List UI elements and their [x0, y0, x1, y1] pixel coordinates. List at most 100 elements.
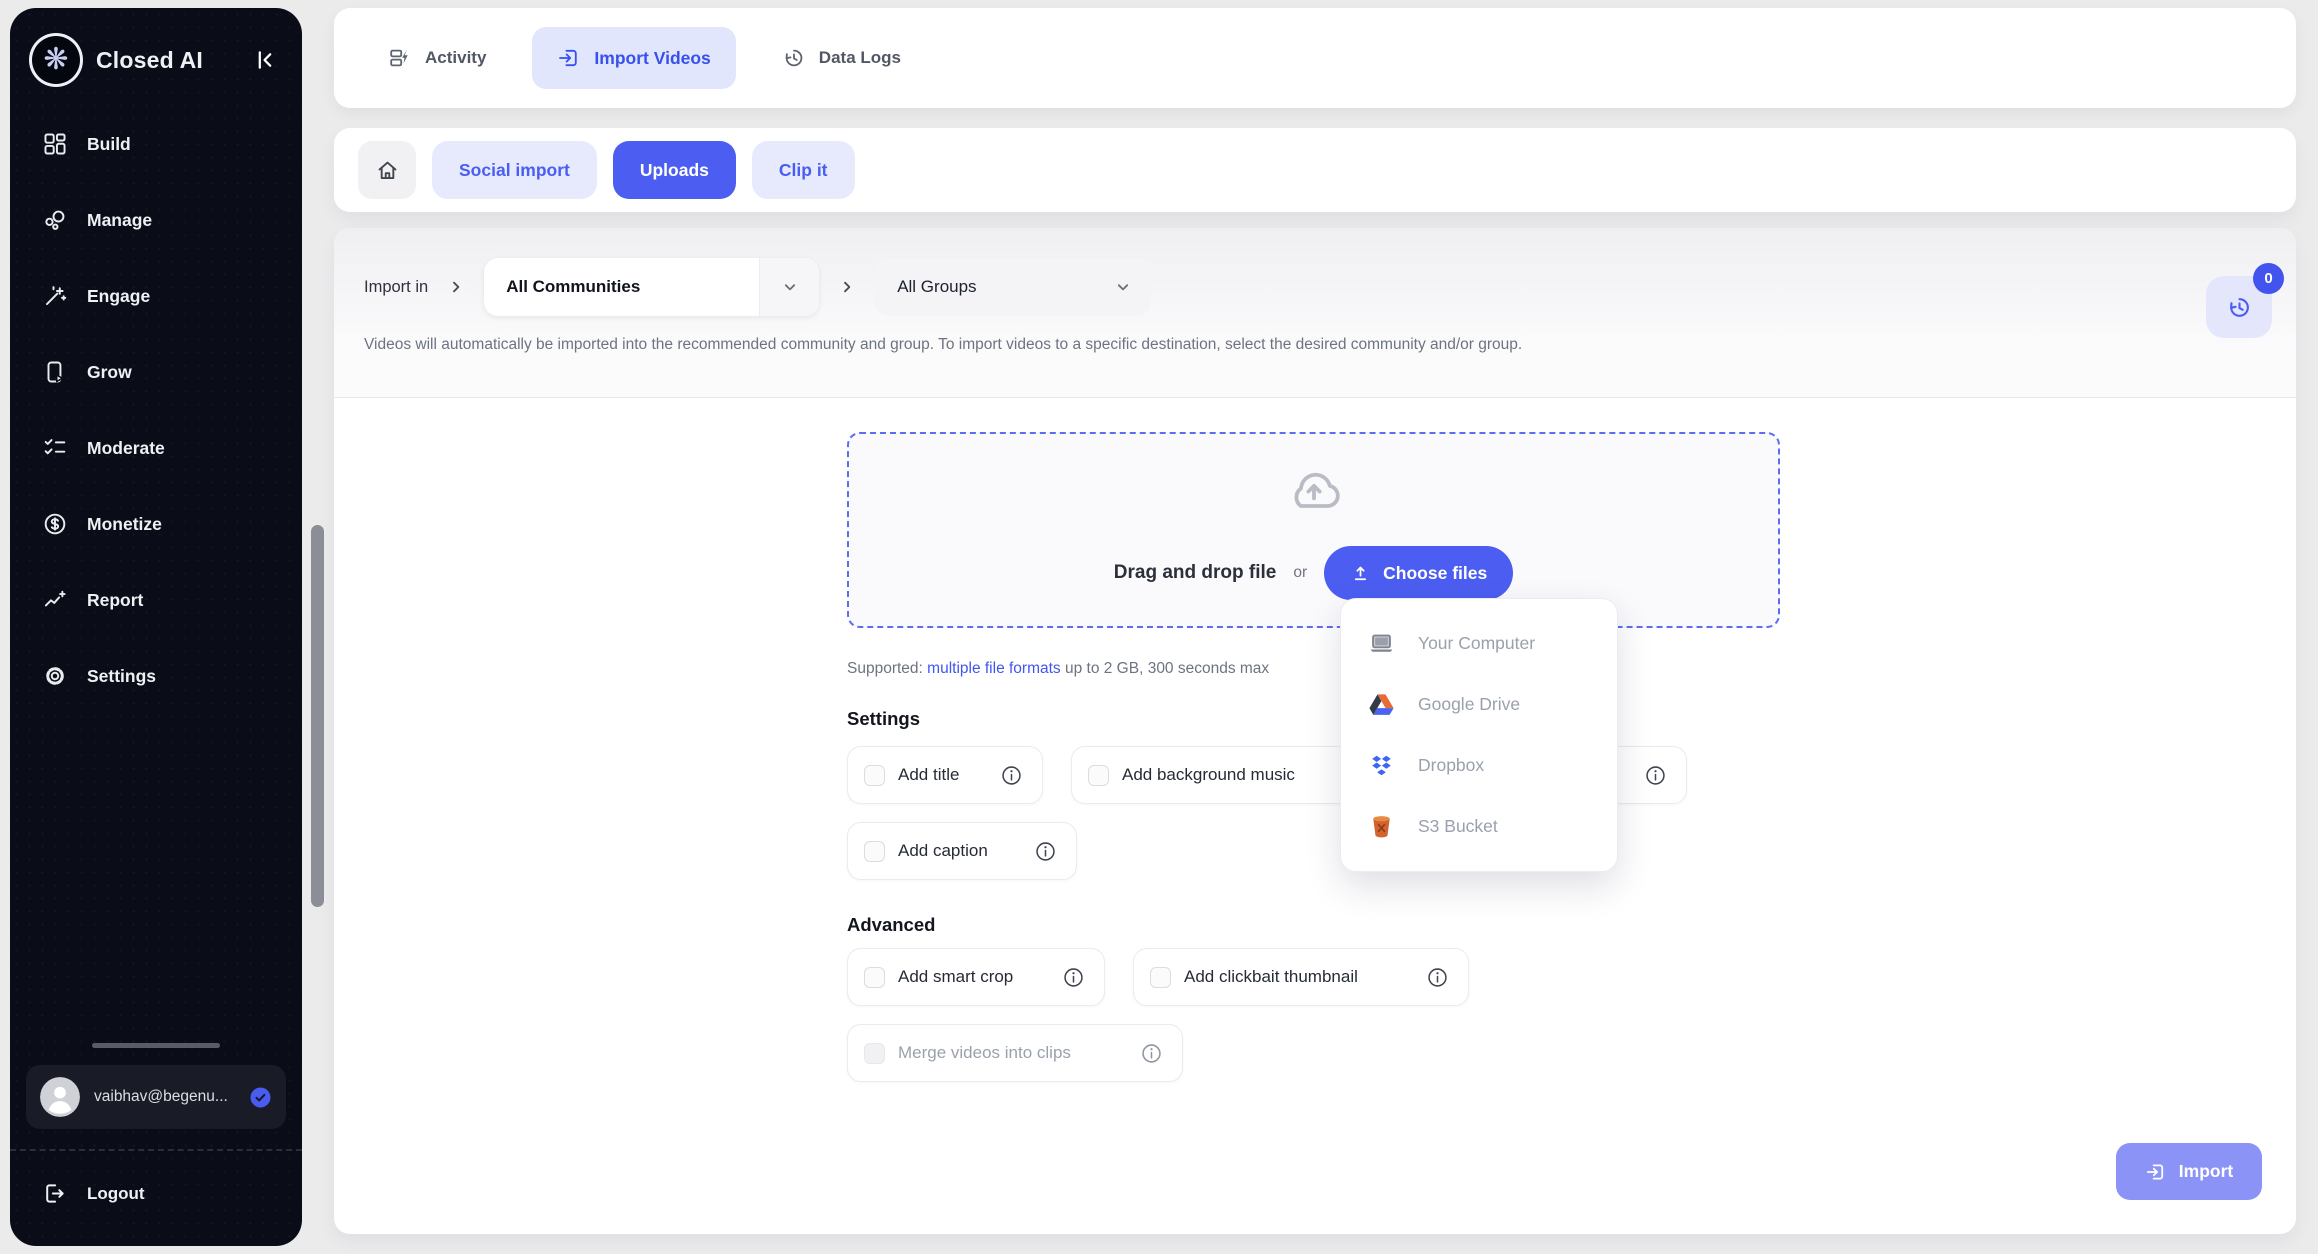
chevron-right-icon	[446, 277, 466, 297]
import-submit-label: Import	[2179, 1161, 2233, 1182]
sidebar-header: ❋ Closed AI	[10, 8, 302, 84]
option-add-title[interactable]: Add title	[847, 746, 1043, 804]
subtab-uploads[interactable]: Uploads	[613, 141, 736, 199]
import-in-label: Import in	[364, 278, 428, 297]
collapse-sidebar-icon[interactable]	[252, 47, 278, 73]
tab-data-logs[interactable]: Data Logs	[782, 46, 901, 70]
logout-button[interactable]: Logout	[10, 1151, 302, 1246]
tab-import-videos[interactable]: Import Videos	[532, 27, 735, 89]
supported-formats-link[interactable]: multiple file formats	[927, 660, 1061, 677]
sidebar-item-report[interactable]: Report	[24, 574, 288, 626]
checkbox[interactable]	[864, 967, 885, 988]
user-card[interactable]: vaibhav@begenu...	[26, 1065, 286, 1129]
home-icon	[375, 158, 400, 183]
subtab-label: Social import	[459, 160, 570, 181]
tab-activity[interactable]: Activity	[388, 46, 486, 70]
activity-feed-icon	[388, 46, 412, 70]
info-icon	[1000, 764, 1023, 787]
engage-wand-icon	[42, 283, 68, 309]
source-label: Your Computer	[1418, 633, 1535, 654]
user-email: vaibhav@begenu...	[94, 1088, 228, 1106]
checkbox	[864, 1043, 885, 1064]
checkbox[interactable]	[1088, 765, 1109, 786]
main-card: Import in All Communities All Gr	[334, 228, 2296, 1234]
checkbox[interactable]	[864, 765, 885, 786]
option-add-clickbait-thumbnail[interactable]: Add clickbait thumbnail	[1133, 948, 1469, 1006]
sidebar-nav: Build Manage Engage Grow Moderate Monetize Rep…	[10, 84, 302, 702]
build-grid-icon	[42, 131, 68, 157]
scrollbar-thumb[interactable]	[311, 525, 324, 907]
drag-drop-label: Drag and drop file	[1114, 562, 1277, 584]
source-dropbox[interactable]: Dropbox	[1341, 735, 1617, 796]
brand-name: Closed AI	[96, 47, 203, 74]
source-label: S3 Bucket	[1418, 816, 1498, 837]
sidebar-item-build[interactable]: Build	[24, 118, 288, 170]
history-clock-icon	[2226, 294, 2253, 321]
advanced-heading: Advanced	[847, 914, 935, 936]
sidebar-item-grow[interactable]: Grow	[24, 346, 288, 398]
subtab-social-import[interactable]: Social import	[432, 141, 597, 199]
sidebar-resize-handle[interactable]	[92, 1043, 220, 1048]
option-label: Add title	[898, 765, 959, 785]
sidebar-item-label: Engage	[87, 286, 150, 307]
community-select-value: All Communities	[484, 277, 759, 297]
dropzone-actions: Drag and drop file or Choose files	[849, 546, 1778, 600]
sidebar-item-moderate[interactable]: Moderate	[24, 422, 288, 474]
option-label: Merge videos into clips	[898, 1043, 1071, 1063]
group-select[interactable]: All Groups	[875, 258, 1151, 316]
main-column: Activity Import Videos Data Logs Social im…	[334, 0, 2296, 1254]
option-label: Add smart crop	[898, 967, 1013, 987]
import-submit-button[interactable]: Import	[2116, 1143, 2262, 1200]
file-dropzone[interactable]: Drag and drop file or Choose files	[847, 432, 1780, 628]
source-s3-bucket[interactable]: S3 Bucket	[1341, 796, 1617, 857]
sidebar-item-label: Manage	[87, 210, 152, 231]
destination-note: Videos will automatically be imported in…	[364, 336, 1522, 354]
logout-icon	[42, 1181, 67, 1206]
s3-bucket-icon	[1367, 812, 1396, 841]
sidebar-footer: vaibhav@begenu... Logout	[10, 1043, 302, 1246]
import-destination-section: Import in All Communities All Gr	[334, 228, 2296, 398]
group-select-value: All Groups	[875, 277, 1095, 297]
info-icon	[1034, 840, 1057, 863]
tab-label: Import Videos	[594, 48, 710, 69]
history-count-badge: 0	[2253, 263, 2284, 294]
toolbar-tabs: Social import Uploads Clip it	[432, 141, 855, 199]
import-history-button[interactable]: 0	[2206, 276, 2272, 338]
sidebar-item-engage[interactable]: Engage	[24, 270, 288, 322]
moderate-checklist-icon	[42, 435, 68, 461]
option-add-smart-crop[interactable]: Add smart crop	[847, 948, 1105, 1006]
subtab-clip-it[interactable]: Clip it	[752, 141, 855, 199]
top-nav-bar: Activity Import Videos Data Logs	[334, 8, 2296, 108]
or-label: or	[1293, 564, 1307, 582]
import-box-icon	[557, 46, 581, 70]
option-add-caption[interactable]: Add caption	[847, 822, 1077, 880]
source-google-drive[interactable]: Google Drive	[1341, 674, 1617, 735]
google-drive-icon	[1367, 690, 1396, 719]
option-label: Add clickbait thumbnail	[1184, 967, 1358, 987]
checkbox[interactable]	[1150, 967, 1171, 988]
chevron-down-icon	[779, 276, 801, 298]
sidebar-item-label: Settings	[87, 666, 156, 687]
community-select[interactable]: All Communities	[484, 258, 819, 316]
subtab-label: Clip it	[779, 160, 828, 181]
upload-arrow-icon	[1350, 563, 1371, 584]
sidebar-item-label: Moderate	[87, 438, 165, 459]
sidebar-item-manage[interactable]: Manage	[24, 194, 288, 246]
chevron-right-icon	[837, 277, 857, 297]
source-label: Dropbox	[1418, 755, 1484, 776]
grow-phone-icon	[42, 359, 68, 385]
sidebar-item-settings[interactable]: Settings	[24, 650, 288, 702]
logout-label: Logout	[87, 1184, 145, 1204]
tab-label: Activity	[425, 48, 486, 68]
sidebar-item-monetize[interactable]: Monetize	[24, 498, 288, 550]
option-merge-videos-into-clips: Merge videos into clips	[847, 1024, 1183, 1082]
option-label: Add caption	[898, 841, 988, 861]
openai-logo-icon: ❋	[32, 36, 80, 84]
settings-gear-icon	[42, 663, 68, 689]
home-button[interactable]	[358, 141, 416, 199]
checkbox[interactable]	[864, 841, 885, 862]
avatar	[40, 1077, 80, 1117]
choose-files-button[interactable]: Choose files	[1324, 546, 1513, 600]
laptop-icon	[1367, 629, 1396, 658]
source-your-computer[interactable]: Your Computer	[1341, 613, 1617, 674]
